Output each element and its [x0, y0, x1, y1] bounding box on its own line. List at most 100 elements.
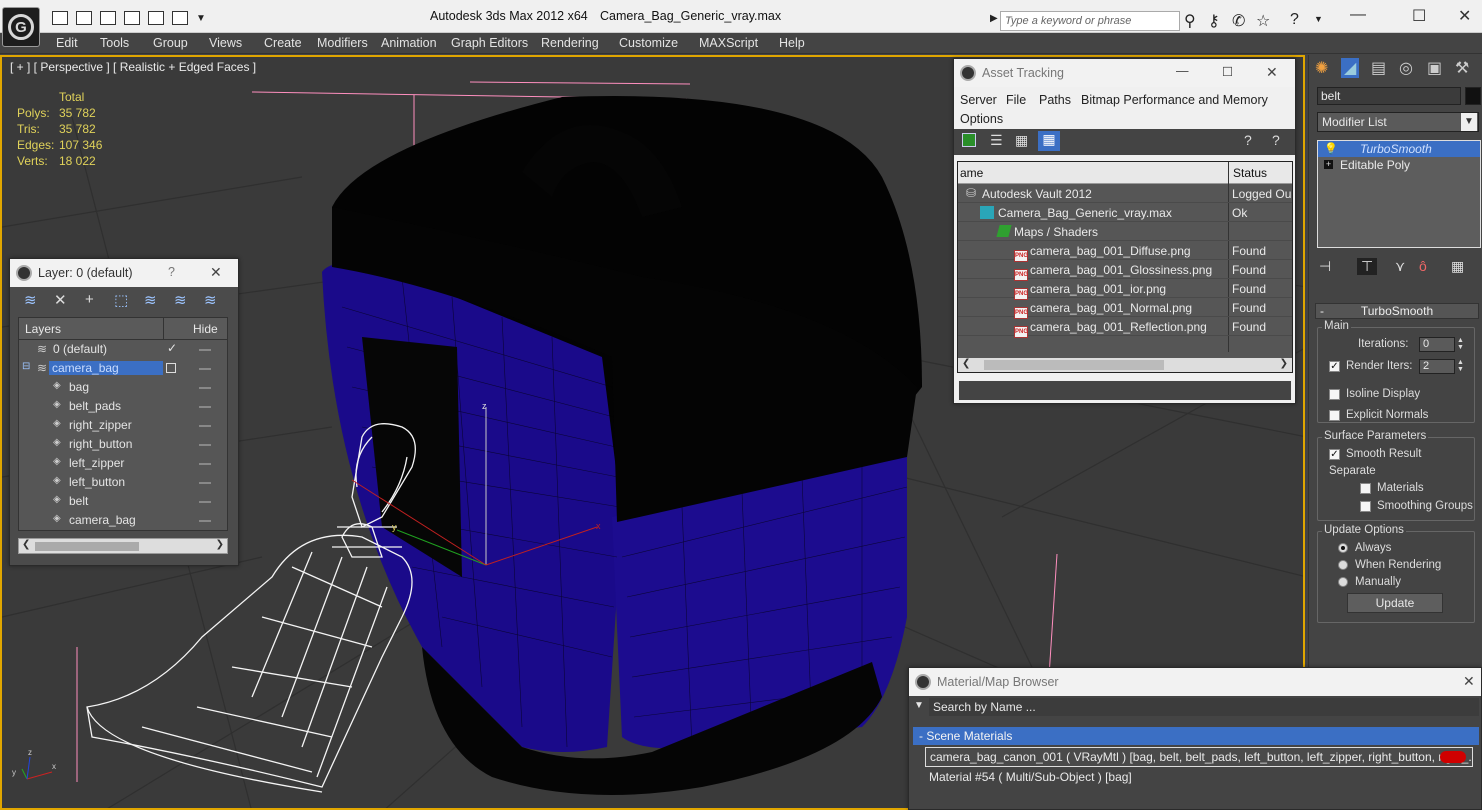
asset-close-button[interactable]: ✕: [1266, 64, 1278, 81]
asset-row[interactable]: PNG camera_bag_001_Glossiness.png Found: [958, 260, 1292, 281]
layer-horizontal-scrollbar[interactable]: ❮ ❯: [18, 538, 228, 554]
layer-row[interactable]: ◈ camera_bag: [19, 511, 227, 530]
asset-row[interactable]: PNG camera_bag_001_Reflection.png Found: [958, 317, 1292, 338]
layer-window-titlebar[interactable]: Layer: 0 (default) ? ✕: [10, 259, 238, 287]
material-row[interactable]: Material #54 ( Multi/Sub-Object ) [bag]: [925, 768, 1473, 788]
hide-toggle[interactable]: [199, 387, 211, 389]
active-layer-check-icon[interactable]: ✓: [167, 341, 177, 355]
menu-modifiers[interactable]: Modifiers: [317, 36, 368, 50]
isoline-display-checkbox[interactable]: [1329, 389, 1340, 400]
menu-create[interactable]: Create: [264, 36, 302, 50]
material-browser-titlebar[interactable]: Material/Map Browser ✕: [909, 668, 1481, 696]
pin-stack-icon[interactable]: ⊣: [1319, 258, 1331, 275]
quick-access-dropdown-icon[interactable]: ▼: [196, 13, 206, 24]
asset-row[interactable]: Camera_Bag_Generic_vray.max Ok: [958, 203, 1292, 222]
highlight-layer-icon[interactable]: ≋: [144, 291, 157, 309]
help-icon[interactable]: ?: [1290, 11, 1299, 29]
layer-close-button[interactable]: ✕: [210, 264, 222, 281]
material-browser-close-button[interactable]: ✕: [1463, 673, 1475, 690]
redo-icon[interactable]: [124, 11, 140, 25]
list-view-icon[interactable]: ☰: [990, 132, 1003, 149]
layer-row[interactable]: ◈ right_zipper: [19, 416, 227, 435]
app-menu-button[interactable]: G: [2, 7, 40, 47]
undo-icon[interactable]: [100, 11, 116, 25]
spinner-arrows-icon[interactable]: ▲ ▼: [1457, 359, 1465, 374]
asset-horizontal-scrollbar[interactable]: ❮ ❯: [958, 358, 1292, 372]
asset-row[interactable]: PNG camera_bag_001_Normal.png Found: [958, 298, 1292, 319]
hide-column-header[interactable]: Hide: [193, 322, 218, 336]
menu-animation[interactable]: Animation: [381, 36, 437, 50]
layers-column-header[interactable]: Layers: [25, 322, 61, 336]
hide-toggle[interactable]: [199, 349, 211, 351]
menu-help[interactable]: Help: [779, 36, 805, 50]
explicit-normals-checkbox[interactable]: [1329, 410, 1340, 421]
update-manually-radio[interactable]: [1338, 577, 1348, 587]
menu-group[interactable]: Group: [153, 36, 188, 50]
favorites-star-icon[interactable]: ☆: [1256, 11, 1270, 31]
remove-modifier-icon[interactable]: ô: [1419, 258, 1427, 274]
subscription-icon[interactable]: ⚷: [1208, 11, 1220, 31]
add-to-layer-icon[interactable]: +: [85, 291, 94, 308]
asset-row[interactable]: PNG camera_bag_001_ior.png Found: [958, 279, 1292, 300]
asset-menu-file[interactable]: File: [1006, 93, 1026, 107]
separate-materials-checkbox[interactable]: [1360, 483, 1371, 494]
iterations-spinner[interactable]: 0: [1419, 337, 1455, 352]
expand-search-icon[interactable]: ▶: [990, 13, 998, 24]
refresh-icon[interactable]: [962, 133, 976, 147]
expand-icon[interactable]: +: [1324, 160, 1333, 169]
hide-toggle[interactable]: [199, 463, 211, 465]
make-current-box[interactable]: [166, 363, 176, 373]
scroll-right-icon[interactable]: ❯: [216, 539, 224, 550]
create-layer-icon[interactable]: ≋: [24, 291, 37, 309]
menu-rendering[interactable]: Rendering: [541, 36, 599, 50]
layer-row[interactable]: ≋ 0 (default) ✓: [19, 340, 227, 359]
motion-tab-icon[interactable]: ◎: [1399, 58, 1413, 78]
collapse-icon[interactable]: ⊟: [22, 361, 30, 372]
configure-modifier-sets-icon[interactable]: ▦: [1451, 258, 1464, 275]
show-end-result-icon[interactable]: ⊤: [1357, 258, 1378, 275]
modifier-list-dropdown[interactable]: Modifier List ▼: [1317, 112, 1479, 132]
utilities-tab-icon[interactable]: ⚒: [1455, 58, 1469, 78]
hide-all-icon[interactable]: ≋: [174, 291, 187, 309]
asset-menu-options[interactable]: Options: [960, 112, 1003, 126]
asset-row[interactable]: Maps / Shaders: [958, 222, 1292, 241]
material-search-input[interactable]: Search by Name ...: [929, 698, 1479, 716]
asset-menu-bitmap-performance[interactable]: Bitmap Performance and Memory: [1081, 93, 1268, 107]
asset-row[interactable]: PNG camera_bag_001_Diffuse.png Found: [958, 241, 1292, 262]
make-unique-icon[interactable]: ⋎: [1395, 258, 1405, 275]
layer-row[interactable]: ⊟ ≋ camera_bag: [19, 359, 227, 378]
layer-row[interactable]: ◈ left_zipper: [19, 454, 227, 473]
thumbnail-view-icon[interactable]: ▦: [1015, 132, 1028, 149]
display-tab-icon[interactable]: ▣: [1427, 58, 1442, 78]
hide-toggle[interactable]: [199, 368, 211, 370]
maximize-button[interactable]: ☐: [1412, 6, 1426, 26]
menu-customize[interactable]: Customize: [619, 36, 678, 50]
scene-materials-group[interactable]: - Scene Materials: [913, 727, 1479, 745]
hide-toggle[interactable]: [199, 520, 211, 522]
separate-smoothing-groups-checkbox[interactable]: [1360, 501, 1371, 512]
smooth-result-checkbox[interactable]: ✓: [1329, 449, 1340, 460]
asset-path-field[interactable]: [958, 380, 1292, 401]
stack-item-turbosmooth[interactable]: 💡 TurboSmooth: [1318, 141, 1480, 157]
new-file-icon[interactable]: [52, 11, 68, 25]
hide-toggle[interactable]: [199, 406, 211, 408]
help-dropdown-icon[interactable]: ▼: [1314, 14, 1323, 24]
scroll-thumb[interactable]: [35, 542, 139, 551]
scroll-left-icon[interactable]: ❮: [962, 358, 970, 369]
scroll-thumb[interactable]: [984, 360, 1164, 370]
minimize-button[interactable]: —: [1350, 6, 1366, 24]
stack-item-editable-poly[interactable]: + Editable Poly: [1318, 157, 1480, 173]
hide-toggle[interactable]: [199, 482, 211, 484]
render-iters-checkbox[interactable]: ✓: [1329, 361, 1340, 372]
asset-menu-paths[interactable]: Paths: [1039, 93, 1071, 107]
viewport-label[interactable]: [ + ] [ Perspective ] [ Realistic + Edge…: [10, 60, 256, 74]
communication-icon[interactable]: ✆: [1232, 11, 1245, 31]
vault-options-icon[interactable]: ?: [1272, 132, 1280, 148]
menu-maxscript[interactable]: MAXScript: [699, 36, 758, 50]
menu-tools[interactable]: Tools: [100, 36, 129, 50]
menu-graph-editors[interactable]: Graph Editors: [451, 36, 528, 50]
layer-row[interactable]: ◈ left_button: [19, 473, 227, 492]
turbosmooth-rollout-header[interactable]: - TurboSmooth: [1315, 303, 1479, 319]
search-input[interactable]: Type a keyword or phrase: [1000, 11, 1180, 31]
material-row[interactable]: camera_bag_canon_001 ( VRayMtl ) [bag, b…: [925, 747, 1473, 767]
